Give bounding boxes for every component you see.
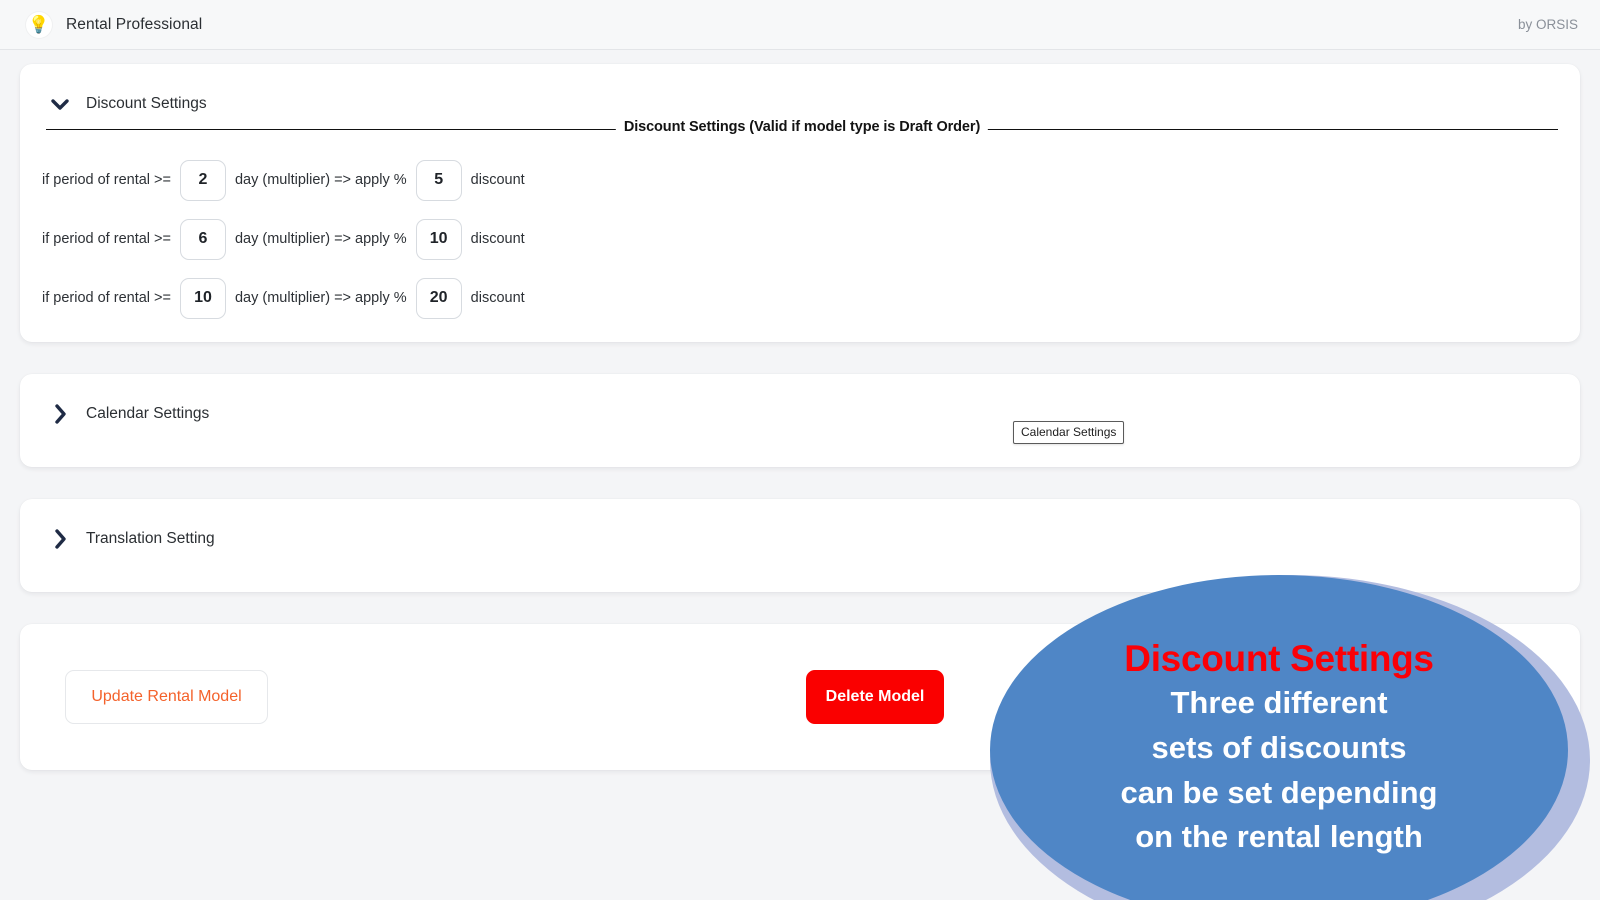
discount-fieldset: Discount Settings (Valid if model type i… xyxy=(46,119,1558,135)
calendar-settings-header[interactable]: Calendar Settings xyxy=(20,374,1580,428)
callout-line-4: on the rental length xyxy=(1135,819,1423,855)
vendor-byline: by ORSIS xyxy=(1517,17,1578,32)
model-actions-card: Update Rental Model Delete Model xyxy=(20,624,1580,770)
update-rental-model-button[interactable]: Update Rental Model xyxy=(65,670,268,724)
rule-percent-input-2[interactable] xyxy=(415,218,462,260)
lightbulb-icon: 💡 xyxy=(26,11,52,38)
app-title: Rental Professional xyxy=(66,15,203,33)
rule-suffix-label: discount xyxy=(470,172,525,188)
chevron-right-icon[interactable] xyxy=(46,400,74,428)
discount-rule-row: if period of rental >= day (multiplier) … xyxy=(42,217,1580,261)
rule-prefix-label: if period of rental >= xyxy=(42,290,171,306)
calendar-settings-tooltip: Calendar Settings xyxy=(1013,421,1125,445)
rule-suffix-label: discount xyxy=(470,231,525,247)
rule-prefix-label: if period of rental >= xyxy=(42,231,171,247)
brand: 💡 Rental Professional xyxy=(26,11,203,38)
translation-setting-label: Translation Setting xyxy=(86,530,215,547)
rule-suffix-label: discount xyxy=(470,290,525,306)
calendar-settings-label: Calendar Settings xyxy=(86,405,210,422)
discount-rules-list: if period of rental >= day (multiplier) … xyxy=(20,130,1580,320)
rule-days-input-1[interactable] xyxy=(179,159,226,201)
discount-settings-label: Discount Settings xyxy=(86,95,207,112)
discount-fieldset-legend: Discount Settings (Valid if model type i… xyxy=(615,119,989,135)
rule-middle-label: day (multiplier) => apply % xyxy=(234,172,407,188)
discount-settings-card: Discount Settings Discount Settings (Val… xyxy=(20,64,1580,342)
rule-middle-label: day (multiplier) => apply % xyxy=(234,231,407,247)
page-content: Discount Settings Discount Settings (Val… xyxy=(0,50,1600,770)
rule-days-input-2[interactable] xyxy=(179,218,226,260)
chevron-right-icon[interactable] xyxy=(46,525,74,553)
translation-setting-card: Translation Setting xyxy=(20,499,1580,592)
discount-rule-row: if period of rental >= day (multiplier) … xyxy=(42,158,1580,202)
rule-percent-input-1[interactable] xyxy=(415,159,462,201)
chevron-down-icon[interactable] xyxy=(46,90,74,118)
rule-percent-input-3[interactable] xyxy=(415,277,462,319)
app-header: 💡 Rental Professional by ORSIS xyxy=(0,0,1600,50)
translation-setting-header[interactable]: Translation Setting xyxy=(20,499,1580,553)
discount-settings-header[interactable]: Discount Settings xyxy=(20,64,1580,118)
calendar-settings-card: Calendar Settings Calendar Settings xyxy=(20,374,1580,467)
discount-rule-row: if period of rental >= day (multiplier) … xyxy=(42,276,1580,320)
rule-middle-label: day (multiplier) => apply % xyxy=(234,290,407,306)
callout-line-3: can be set depending xyxy=(1120,774,1438,810)
delete-model-button[interactable]: Delete Model xyxy=(806,670,944,724)
rule-prefix-label: if period of rental >= xyxy=(42,172,171,188)
rule-days-input-3[interactable] xyxy=(179,277,226,319)
